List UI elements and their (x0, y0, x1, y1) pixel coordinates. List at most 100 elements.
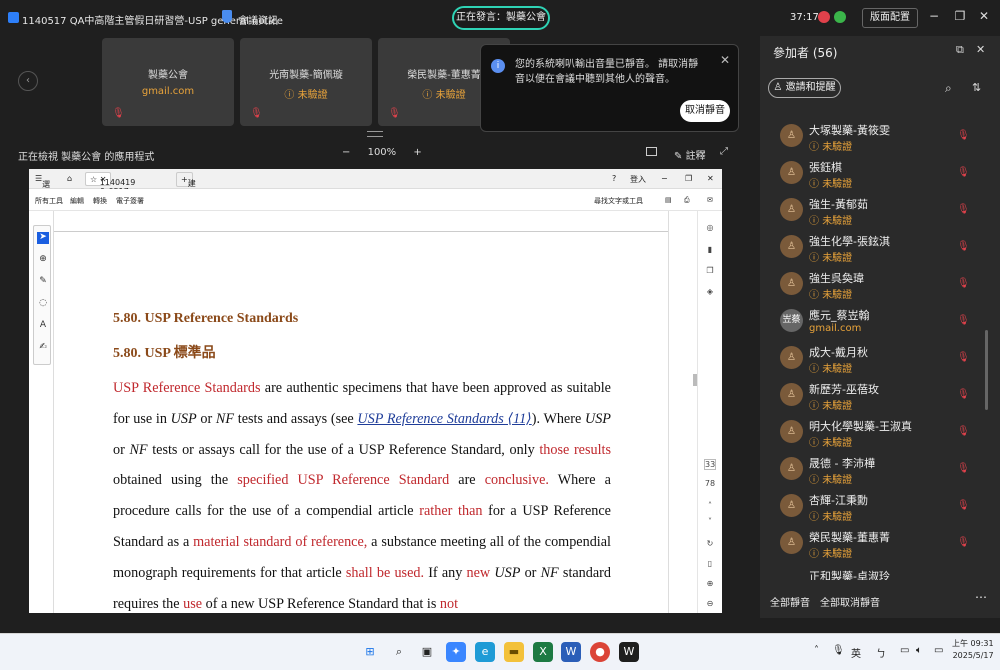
chrome-icon[interactable]: ● (590, 642, 610, 662)
participant-item[interactable]: ♙ 張鈺棋 ⓘ 未驗證 🎙︎ (780, 157, 980, 194)
save-icon[interactable]: ▤ (665, 196, 672, 204)
search-icon[interactable]: ⌕ (389, 642, 409, 662)
webex-icon[interactable]: W (619, 642, 639, 662)
participant-item[interactable]: ♙ 晟德 - 李沛樺 ⓘ 未驗證 🎙︎ (780, 453, 980, 490)
ai-assistant-icon[interactable]: ◎ (704, 223, 716, 232)
pages-icon[interactable]: ❐ (704, 266, 716, 275)
tray-chevron-icon[interactable]: ˄ (814, 645, 819, 656)
ime-mode-icon[interactable]: ㄅ (876, 645, 886, 660)
unmute-all-button[interactable]: 全部取消靜音 (820, 594, 880, 609)
person-icon: ♙ (773, 82, 783, 93)
participant-item[interactable]: ♙ 杏輝-江秉勳 ⓘ 未驗證 🎙︎ (780, 490, 980, 527)
video-tile[interactable]: 光南製藥-簡佩璇 ⓘ 未驗證 🎙︎ (240, 38, 372, 126)
zoom-out-button[interactable]: − (342, 147, 350, 158)
participant-item[interactable]: ♙ 強生-黃郁茹 ⓘ 未驗證 🎙︎ (780, 194, 980, 231)
all-tools-button[interactable]: 所有工具 (35, 196, 63, 206)
zoom-in-button[interactable]: + (413, 147, 421, 158)
close-icon[interactable]: ✕ (707, 174, 714, 183)
new-tab-button[interactable]: + 建立 (176, 172, 196, 199)
pen-tool-icon[interactable]: ✎ (37, 276, 49, 288)
close-icon[interactable]: ✕ (720, 53, 730, 67)
page-down-icon[interactable]: ˅ (704, 517, 716, 526)
signin-link[interactable]: 登入 (630, 174, 646, 185)
participant-item[interactable]: ♙ 明大化學製藥-王淑真 ⓘ 未驗證 🎙︎ (780, 416, 980, 453)
panel-scrollbar[interactable] (985, 330, 988, 410)
clock[interactable]: 上午 09:31 2025/5/17 (952, 638, 994, 662)
minimize-icon[interactable]: − (926, 9, 942, 23)
bookmark-icon[interactable]: ▮ (704, 245, 716, 254)
close-icon[interactable]: ✕ (976, 9, 992, 23)
zoom-in-icon[interactable]: ⊕ (704, 579, 716, 588)
unmute-button[interactable]: 取消靜音 (680, 100, 730, 122)
text-tool-icon[interactable]: A (37, 320, 49, 332)
screen-icon[interactable] (646, 147, 657, 156)
edge-icon[interactable]: e (475, 642, 495, 662)
expand-icon[interactable]: ⤢ (720, 146, 728, 157)
prev-page-icon[interactable]: ‹ (18, 71, 38, 91)
video-tile[interactable]: 製藥公會 gmail.com 🎙︎ (102, 38, 234, 126)
volume-icon[interactable]: 🔈︎ (916, 645, 922, 656)
restore-icon[interactable]: ❐ (952, 9, 968, 23)
participant-item[interactable]: ♙ 榮民製藥-董惠菁 ⓘ 未驗證 🎙︎ (780, 527, 980, 564)
layout-button[interactable]: 版面配置 (862, 8, 918, 28)
esign-button[interactable]: 電子簽署 (116, 196, 144, 206)
print-icon[interactable]: ⎙ (684, 196, 690, 205)
ime-indicator[interactable]: 英 (851, 645, 861, 660)
close-panel-icon[interactable]: ✕ (976, 43, 985, 56)
participant-item[interactable]: ♙ 成大-戴月秋 ⓘ 未驗證 🎙︎ (780, 342, 980, 379)
more-options-icon[interactable]: ⋯ (975, 590, 987, 604)
app-icon[interactable]: ✦ (446, 642, 466, 662)
text-run: If any (424, 564, 467, 581)
speaker-muted-notification: i 您的系統喇叭輸出音量已靜音。 請取消靜音以便在會議中聽到其他人的聲音。 ✕ … (480, 44, 739, 132)
search-icon[interactable]: ⌕ (945, 81, 952, 96)
help-icon[interactable]: ? (612, 174, 616, 183)
resize-handle[interactable] (367, 131, 383, 137)
mic-muted-icon: 🎙︎ (957, 278, 970, 289)
file-explorer-icon[interactable]: ▬ (504, 642, 524, 662)
text-run[interactable]: USP Reference Standards ⟨11⟩ (357, 411, 531, 427)
word-icon[interactable]: W (561, 642, 581, 662)
lasso-tool-icon[interactable]: ◌ (37, 298, 49, 310)
zoom-tool-icon[interactable]: ⊕ (37, 254, 49, 266)
page-up-icon[interactable]: ˄ (704, 501, 716, 510)
task-view-icon[interactable]: ▣ (417, 642, 437, 662)
participant-status: ⓘ 未驗證 (809, 253, 853, 264)
mic-icon[interactable]: 🎙︎ (832, 645, 845, 656)
browser-tab[interactable]: ☆ 1140419 & 0517 課程... ✕ (85, 172, 135, 206)
excel-icon[interactable]: X (533, 642, 553, 662)
document-icon[interactable]: ▯ (704, 559, 716, 568)
mail-icon[interactable]: ✉ (707, 196, 713, 204)
scrollbar-thumb[interactable] (693, 374, 697, 386)
select-tool-icon[interactable]: ➤ (37, 232, 49, 244)
participant-item[interactable]: ♙ 新歷芳-巫蓓玫 ⓘ 未驗證 🎙︎ (780, 379, 980, 416)
layers-icon[interactable]: ◈ (704, 287, 716, 296)
stamp-tool-icon[interactable]: ✍ (37, 342, 49, 354)
participant-item[interactable]: 岦蔡 應元_蔡岦翰 gmail.com 🎙︎ (780, 305, 980, 342)
start-icon[interactable]: ⊞ (360, 642, 380, 662)
convert-button[interactable]: 轉換 (93, 196, 107, 206)
document-body: 5.80. USP Reference Standards 5.80. USP … (113, 311, 611, 613)
participant-item[interactable]: ♙ 強生化學-張鉉淇 ⓘ 未驗證 🎙︎ (780, 231, 980, 268)
participant-status: ⓘ 未驗證 (809, 549, 853, 560)
zoom-out-icon[interactable]: ⊖ (704, 599, 716, 608)
popout-icon[interactable]: ⧉ (956, 43, 964, 57)
annotate-button[interactable]: ✎ 註釋 (674, 147, 706, 162)
invite-remind-button[interactable]: ♙ 邀請和提醒 (768, 78, 841, 98)
minimize-icon[interactable]: − (661, 174, 668, 183)
menu-button[interactable]: ☰ 選單 (35, 174, 50, 200)
page-number[interactable]: 33 (704, 459, 716, 470)
refresh-icon[interactable]: ↻ (704, 539, 716, 548)
participant-item[interactable]: ♙ 大塚製藥-黃筱雯 ⓘ 未驗證 🎙︎ (780, 120, 980, 157)
meeting-info-link[interactable]: 會議資訊 (238, 12, 278, 27)
restore-icon[interactable]: ❐ (685, 174, 692, 183)
participant-item[interactable]: 正和製藥-卓淑玲 (780, 568, 980, 580)
sort-icon[interactable]: ⇅ (972, 81, 981, 94)
home-icon[interactable]: ⌂ (67, 174, 72, 183)
edit-button[interactable]: 編輯 (70, 196, 84, 206)
mute-all-button[interactable]: 全部靜音 (770, 594, 810, 609)
participant-status: ⓘ 未驗證 (809, 401, 853, 412)
find-tools-input[interactable]: 尋找文字或工具 (594, 196, 643, 206)
participant-item[interactable]: ♙ 強生呉奐瑋 ⓘ 未驗證 🎙︎ (780, 268, 980, 305)
network-icon[interactable]: ▭ (900, 645, 909, 656)
battery-icon[interactable]: ▭ (934, 645, 943, 656)
